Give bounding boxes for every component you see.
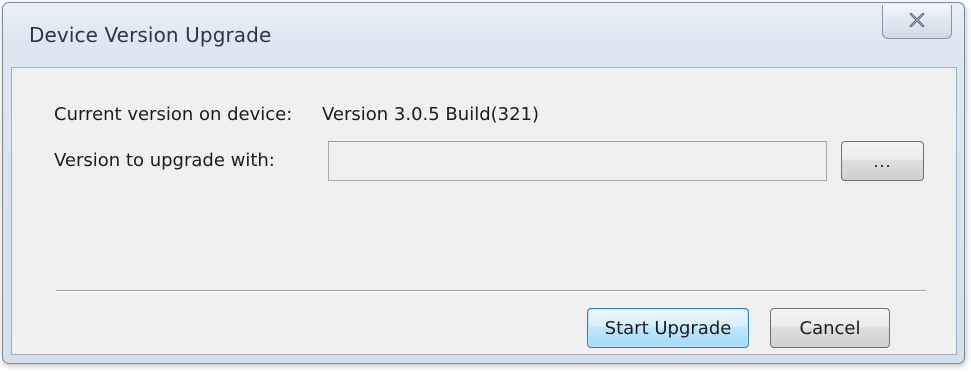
current-version-label: Current version on device: [54,104,293,125]
close-icon [909,12,925,31]
upgrade-file-input[interactable] [328,141,827,181]
cancel-button[interactable]: Cancel [770,308,890,348]
start-upgrade-button[interactable]: Start Upgrade [587,308,749,348]
current-version-value: Version 3.0.5 Build(321) [322,104,540,125]
browse-button[interactable]: ... [841,141,924,181]
close-button[interactable] [882,5,952,39]
upgrade-dialog: Device Version Upgrade Current version o… [2,2,965,364]
dialog-title: Device Version Upgrade [29,23,272,47]
upgrade-version-label: Version to upgrade with: [54,150,275,171]
dialog-body: Current version on device: Version 3.0.5… [11,67,957,355]
separator-line [56,290,926,292]
